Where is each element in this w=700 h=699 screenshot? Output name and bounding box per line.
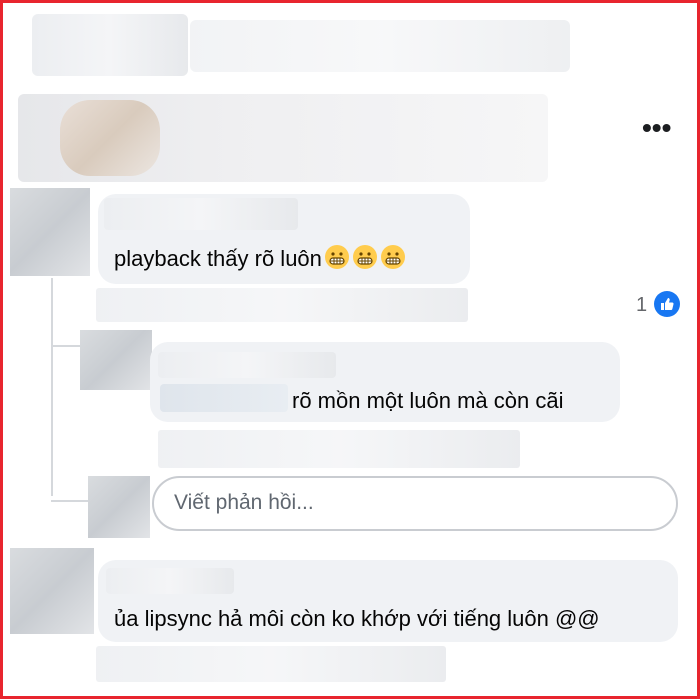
- thread-branch-2: [51, 500, 91, 502]
- avatar[interactable]: [10, 188, 90, 276]
- blurred-comment-actions-2[interactable]: [158, 430, 520, 468]
- blurred-top-text: [32, 14, 188, 76]
- blurred-top-text-2: [190, 20, 570, 72]
- blurred-comment-actions[interactable]: [96, 288, 468, 322]
- avatar-3[interactable]: [10, 548, 94, 634]
- reaction-count[interactable]: 1: [636, 294, 647, 317]
- blurred-mention[interactable]: [160, 384, 288, 412]
- avatar-reply[interactable]: [80, 330, 152, 390]
- comment-text-3: ủa lipsync hả môi còn ko khớp với tiếng …: [114, 606, 600, 631]
- grimacing-face-icon: [352, 245, 377, 269]
- avatar-current-user: [88, 476, 150, 538]
- blurred-post-avatar: [60, 100, 160, 176]
- reply-input-box[interactable]: [152, 476, 678, 531]
- blurred-commenter-name-2[interactable]: [158, 352, 336, 378]
- thread-branch: [51, 345, 81, 347]
- grimacing-face-icon: [380, 245, 405, 269]
- thread-line: [51, 278, 53, 496]
- comment-text-1-label: playback thấy rõ luôn: [114, 246, 322, 271]
- comment-text-2: rõ mồn một luôn mà còn cãi: [292, 388, 564, 413]
- reply-input[interactable]: [172, 490, 646, 516]
- thumbs-up-icon: [661, 298, 674, 310]
- blurred-commenter-name[interactable]: [104, 198, 298, 230]
- blurred-comment-actions-3[interactable]: [96, 646, 446, 682]
- more-options-icon[interactable]: •••: [642, 114, 671, 142]
- grimacing-face-icon: [324, 245, 349, 269]
- comment-text-1: playback thấy rõ luôn: [114, 244, 406, 272]
- like-icon[interactable]: [654, 291, 680, 317]
- blurred-commenter-name-3[interactable]: [106, 568, 234, 594]
